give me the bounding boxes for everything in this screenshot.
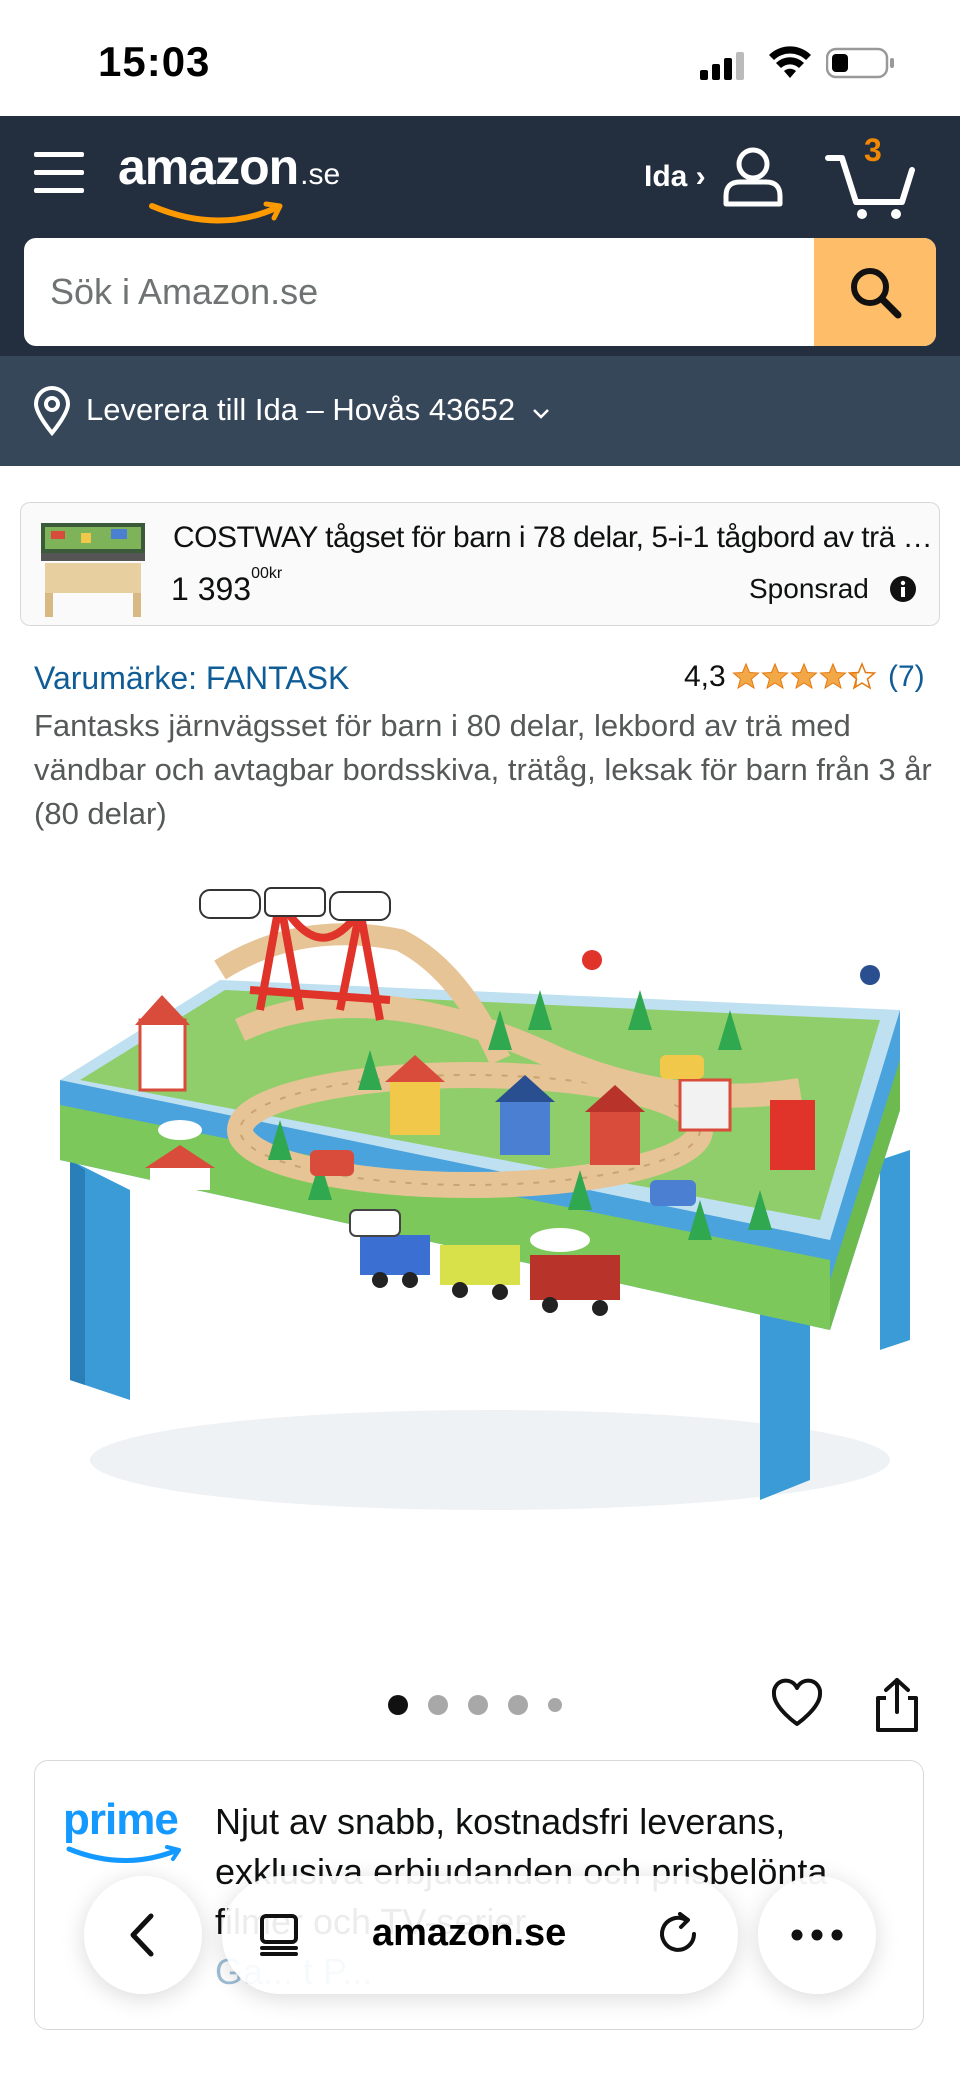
delivery-location-label: Leverera till Ida – Hovås 43652 — [86, 392, 516, 427]
status-time: 15:03 — [98, 38, 211, 85]
carousel-dot[interactable] — [468, 1695, 488, 1715]
menu-icon[interactable] — [34, 150, 86, 194]
star-icon — [848, 663, 876, 689]
carousel-dot[interactable] — [508, 1695, 528, 1715]
battery-icon — [826, 47, 894, 79]
tabs-icon[interactable] — [258, 1912, 304, 1958]
carousel-dot-active[interactable] — [388, 1695, 408, 1715]
product-title: Fantasks järnvägsset för barn i 80 delar… — [34, 708, 932, 831]
share-icon[interactable] — [870, 1676, 924, 1734]
price-fraction: 00 — [251, 565, 269, 583]
prime-logo: prime — [63, 1795, 193, 1875]
cart-button[interactable]: 3 — [824, 132, 918, 222]
search-button[interactable] — [814, 238, 936, 346]
sponsored-title: COSTWAY tågset för barn i 78 delar, 5-i-… — [173, 521, 933, 554]
rating-stars[interactable] — [732, 660, 878, 692]
carousel-dot[interactable] — [548, 1698, 562, 1712]
prime-smile-icon — [66, 1845, 181, 1864]
sponsored-product-image — [41, 523, 145, 617]
back-icon — [130, 1913, 154, 1957]
delivery-location-bar[interactable]: Leverera till Ida – Hovås 43652 — [0, 356, 960, 466]
site-header: amazon.se Ida › 3 — [0, 116, 960, 356]
account-icon[interactable] — [720, 142, 786, 208]
info-icon[interactable] — [889, 575, 917, 603]
price-main: 1 393 — [171, 571, 252, 607]
star-icon — [820, 663, 846, 689]
rating-value: 4,3 — [684, 660, 726, 693]
brand-link[interactable]: Varumärke: FANTASK — [34, 660, 349, 697]
carousel-dot[interactable] — [428, 1695, 448, 1715]
reload-icon[interactable] — [656, 1912, 702, 1958]
delivery-location-text: Leverera till Ida – Hovås 43652 — [86, 392, 550, 428]
price-currency: kr — [268, 565, 283, 583]
image-carousel-dots — [388, 1694, 562, 1716]
wifi-icon — [769, 46, 811, 78]
chevron-down-icon — [532, 409, 549, 419]
sponsored-label: Sponsrad — [749, 573, 869, 604]
amazon-logo[interactable]: amazon.se — [118, 138, 368, 224]
star-icon — [762, 663, 788, 689]
signal-icon — [700, 52, 744, 80]
status-bar: 15:03 — [0, 0, 960, 116]
more-icon — [791, 1929, 843, 1941]
logo-suffix: .se — [300, 158, 341, 191]
location-icon — [33, 386, 71, 436]
rating-count-link[interactable]: (7) — [888, 660, 925, 694]
cart-count: 3 — [864, 132, 882, 168]
product-image[interactable] — [40, 860, 920, 1580]
logo-smile-icon — [149, 201, 283, 224]
prime-logo-text: prime — [63, 1795, 179, 1844]
search-bar — [24, 238, 936, 346]
logo-text: amazon — [118, 139, 299, 195]
search-input[interactable] — [24, 238, 814, 346]
account-link[interactable]: Ida › — [644, 160, 706, 194]
star-icon — [733, 663, 759, 689]
sponsored-ad[interactable]: COSTWAY tågset för barn i 78 delar, 5-i-… — [20, 502, 940, 626]
browser-more-button[interactable] — [758, 1876, 876, 1994]
browser-back-button[interactable] — [84, 1876, 202, 1994]
heart-icon[interactable] — [770, 1676, 824, 1730]
search-icon — [851, 268, 902, 319]
browser-address-bar[interactable]: amazon.se — [222, 1876, 738, 1994]
browser-url: amazon.se — [372, 1912, 567, 1954]
sponsored-price: 1 39300kr — [171, 565, 282, 608]
star-icon — [791, 663, 817, 689]
